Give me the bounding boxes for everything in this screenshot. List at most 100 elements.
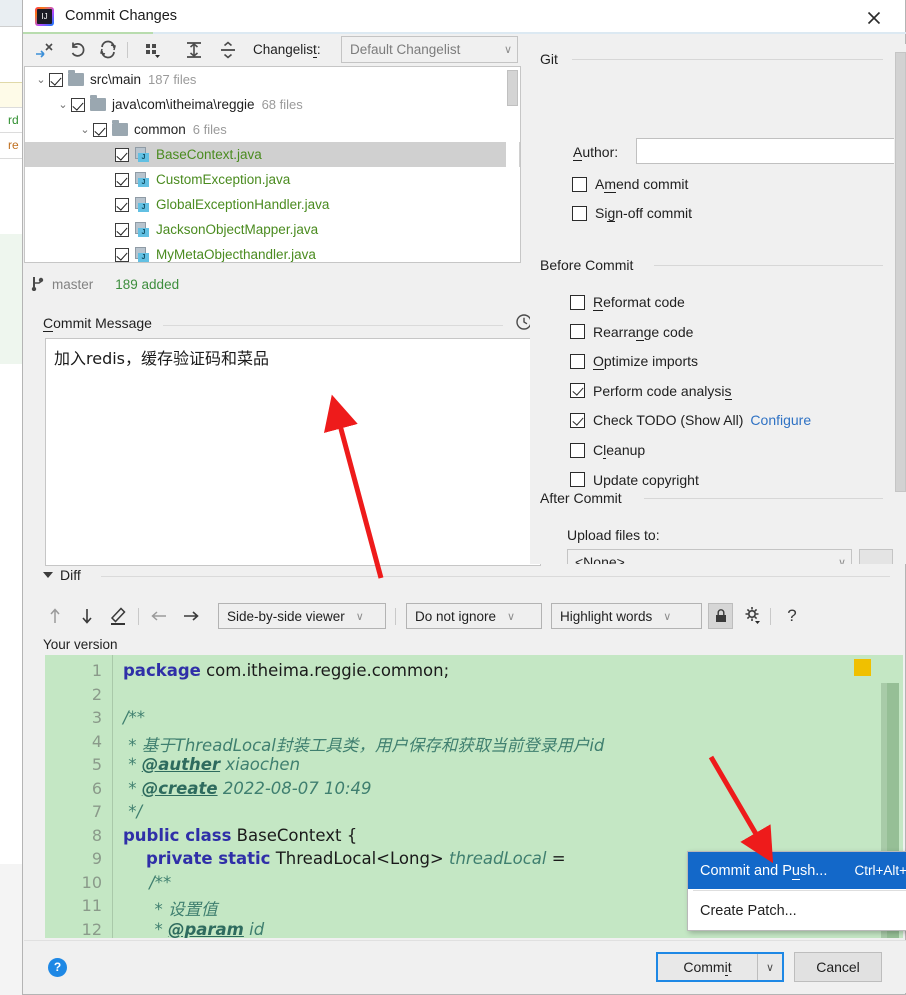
commit-message-header: Commit Message [43,314,535,335]
checkbox-optimize-imports[interactable] [570,353,585,369]
option-amend-commit[interactable]: Amend commit [572,176,688,193]
file-tree-row[interactable]: J BaseContext.java [25,142,520,167]
file-checkbox[interactable] [49,72,63,87]
line-number: 5 [91,755,102,774]
checkbox-check-todo[interactable] [570,412,585,428]
apply-left-icon[interactable] [147,604,171,628]
file-tree-node-label: BaseContext.java [156,147,262,162]
option-check-todo[interactable]: Check TODO (Show All) Configure [570,412,811,428]
option-sign-off-commit[interactable]: Sign-off commit [572,205,693,222]
upload-files-dropdown[interactable]: <None> ∨ [567,549,852,564]
commit-button[interactable]: Commit [658,954,757,980]
file-tree-row[interactable]: ⌄ java\com\itheima\reggie 68 files [25,92,520,117]
checkbox-sign-off-commit[interactable] [572,205,587,221]
show-diff-icon[interactable] [33,39,55,61]
changed-files-tree[interactable]: ⌄ src\main 187 files ⌄ java\com\itheima\regg… [24,66,521,263]
file-checkbox[interactable] [115,222,129,237]
next-difference-icon[interactable] [75,604,99,628]
menu-item-commit-and-push[interactable]: Commit and Push... Ctrl+Alt+K [688,852,906,889]
refresh-icon[interactable] [97,39,119,61]
commit-message-input[interactable]: 加入redis，缓存验证码和菜品 [45,338,541,566]
diff-pane-label: Your version [43,637,118,652]
collapse-diff-icon[interactable] [43,572,53,578]
commit-changes-dialog: Commit Changes [22,0,906,995]
commit-message-label: Commit Message [43,315,152,332]
file-checkbox[interactable] [115,197,129,212]
highlight-policy-dropdown[interactable]: Highlight words ∨ [551,603,702,629]
code-line: public class BaseContext { [123,825,358,845]
java-file-icon: J [134,172,150,187]
lock-icon[interactable] [708,603,733,629]
checkbox-rearrange-code[interactable] [570,324,585,340]
commit-dropdown-arrow[interactable]: ∨ [757,954,782,980]
file-tree-node-label: MyMetaObjecthandler.java [156,247,316,262]
expand-all-icon[interactable] [183,39,205,61]
code-line: */ [123,802,143,821]
option-optimize-imports[interactable]: Optimize imports [570,353,698,371]
file-checkbox[interactable] [115,147,129,162]
checkbox-perform-code-analysis[interactable] [570,383,585,399]
file-tree-row[interactable]: J MyMetaObjecthandler.java [25,242,520,262]
checkbox-reformat-code[interactable] [570,294,585,310]
java-file-icon: J [134,247,150,262]
line-number: 8 [91,825,102,845]
line-number: 12 [81,919,102,939]
file-checkbox[interactable] [71,97,85,112]
label-rearrange-code: Rearrange code [593,323,694,341]
option-reformat-code[interactable]: Reformat code [570,294,685,311]
git-branch-icon [31,275,45,294]
file-tree-node-label: CustomException.java [156,172,291,187]
file-checkbox[interactable] [115,247,129,262]
option-update-copyright[interactable]: Update copyright [570,472,699,488]
question-mark-icon[interactable]: ? [48,958,67,977]
tree-expand-icon[interactable]: ⌄ [55,98,71,111]
gear-icon[interactable] [741,604,765,628]
options-panel-scrollbar[interactable] [894,44,906,564]
edit-source-icon[interactable] [107,604,131,628]
file-tree-node-label: src\main [90,72,142,87]
group-by-icon[interactable] [141,39,163,61]
label-sign-off-commit: Sign-off commit [595,205,693,222]
line-number: 7 [91,802,102,821]
git-section-heading: Git [540,51,558,67]
file-checkbox[interactable] [115,172,129,187]
file-tree-row[interactable]: J CustomException.java [25,167,520,192]
file-tree-row[interactable]: J JacksonObjectMapper.java [25,217,520,242]
commit-button-group: Commit ∨ [656,952,784,982]
checkbox-cleanup[interactable] [570,442,585,458]
author-field[interactable] [636,138,901,164]
tree-expand-icon[interactable]: ⌄ [77,123,93,136]
close-icon[interactable] [851,0,897,34]
viewer-mode-value: Side-by-side viewer [227,608,345,624]
commit-dropdown-menu: Commit and Push... Ctrl+Alt+K Create Patch… [687,851,906,931]
tree-expand-icon[interactable]: ⌄ [33,73,49,86]
collapse-all-icon[interactable] [217,39,239,61]
apply-right-icon[interactable] [179,604,203,628]
file-tree-scrollbar[interactable] [506,68,519,262]
changelist-dropdown[interactable]: Default Changelist ∨ [341,36,518,63]
diff-toolbar: Side-by-side viewer ∨ Do not ignore ∨ Hi… [43,600,903,632]
option-cleanup[interactable]: Cleanup [570,442,645,459]
chevron-down-icon: ∨ [503,44,513,56]
file-checkbox[interactable] [93,122,107,137]
option-rearrange-code[interactable]: Rearrange code [570,323,694,341]
branch-status-bar: master 189 added [31,272,511,296]
code-line: /** [123,708,146,727]
revert-icon[interactable] [67,39,89,61]
upload-configure-button[interactable] [859,549,893,564]
file-tree-row[interactable]: ⌄ src\main 187 files [25,67,520,92]
ignore-policy-dropdown[interactable]: Do not ignore ∨ [406,603,542,629]
option-perform-code-analysis[interactable]: Perform code analysis [570,382,732,400]
cancel-button[interactable]: Cancel [794,952,882,982]
file-tree-node-label: JacksonObjectMapper.java [156,222,319,237]
dialog-button-bar: ? Commit ∨ Cancel [24,940,906,993]
menu-item-create-patch[interactable]: Create Patch... [688,892,906,929]
previous-difference-icon[interactable] [43,604,67,628]
viewer-mode-dropdown[interactable]: Side-by-side viewer ∨ [218,603,386,629]
checkbox-update-copyright[interactable] [570,472,585,488]
question-mark-icon[interactable]: ? [780,604,804,628]
checkbox-amend-commit[interactable] [572,176,587,192]
file-tree-row[interactable]: ⌄ common 6 files [25,117,520,142]
configure-link[interactable]: Configure [750,412,811,428]
file-tree-row[interactable]: J GlobalExceptionHandler.java [25,192,520,217]
